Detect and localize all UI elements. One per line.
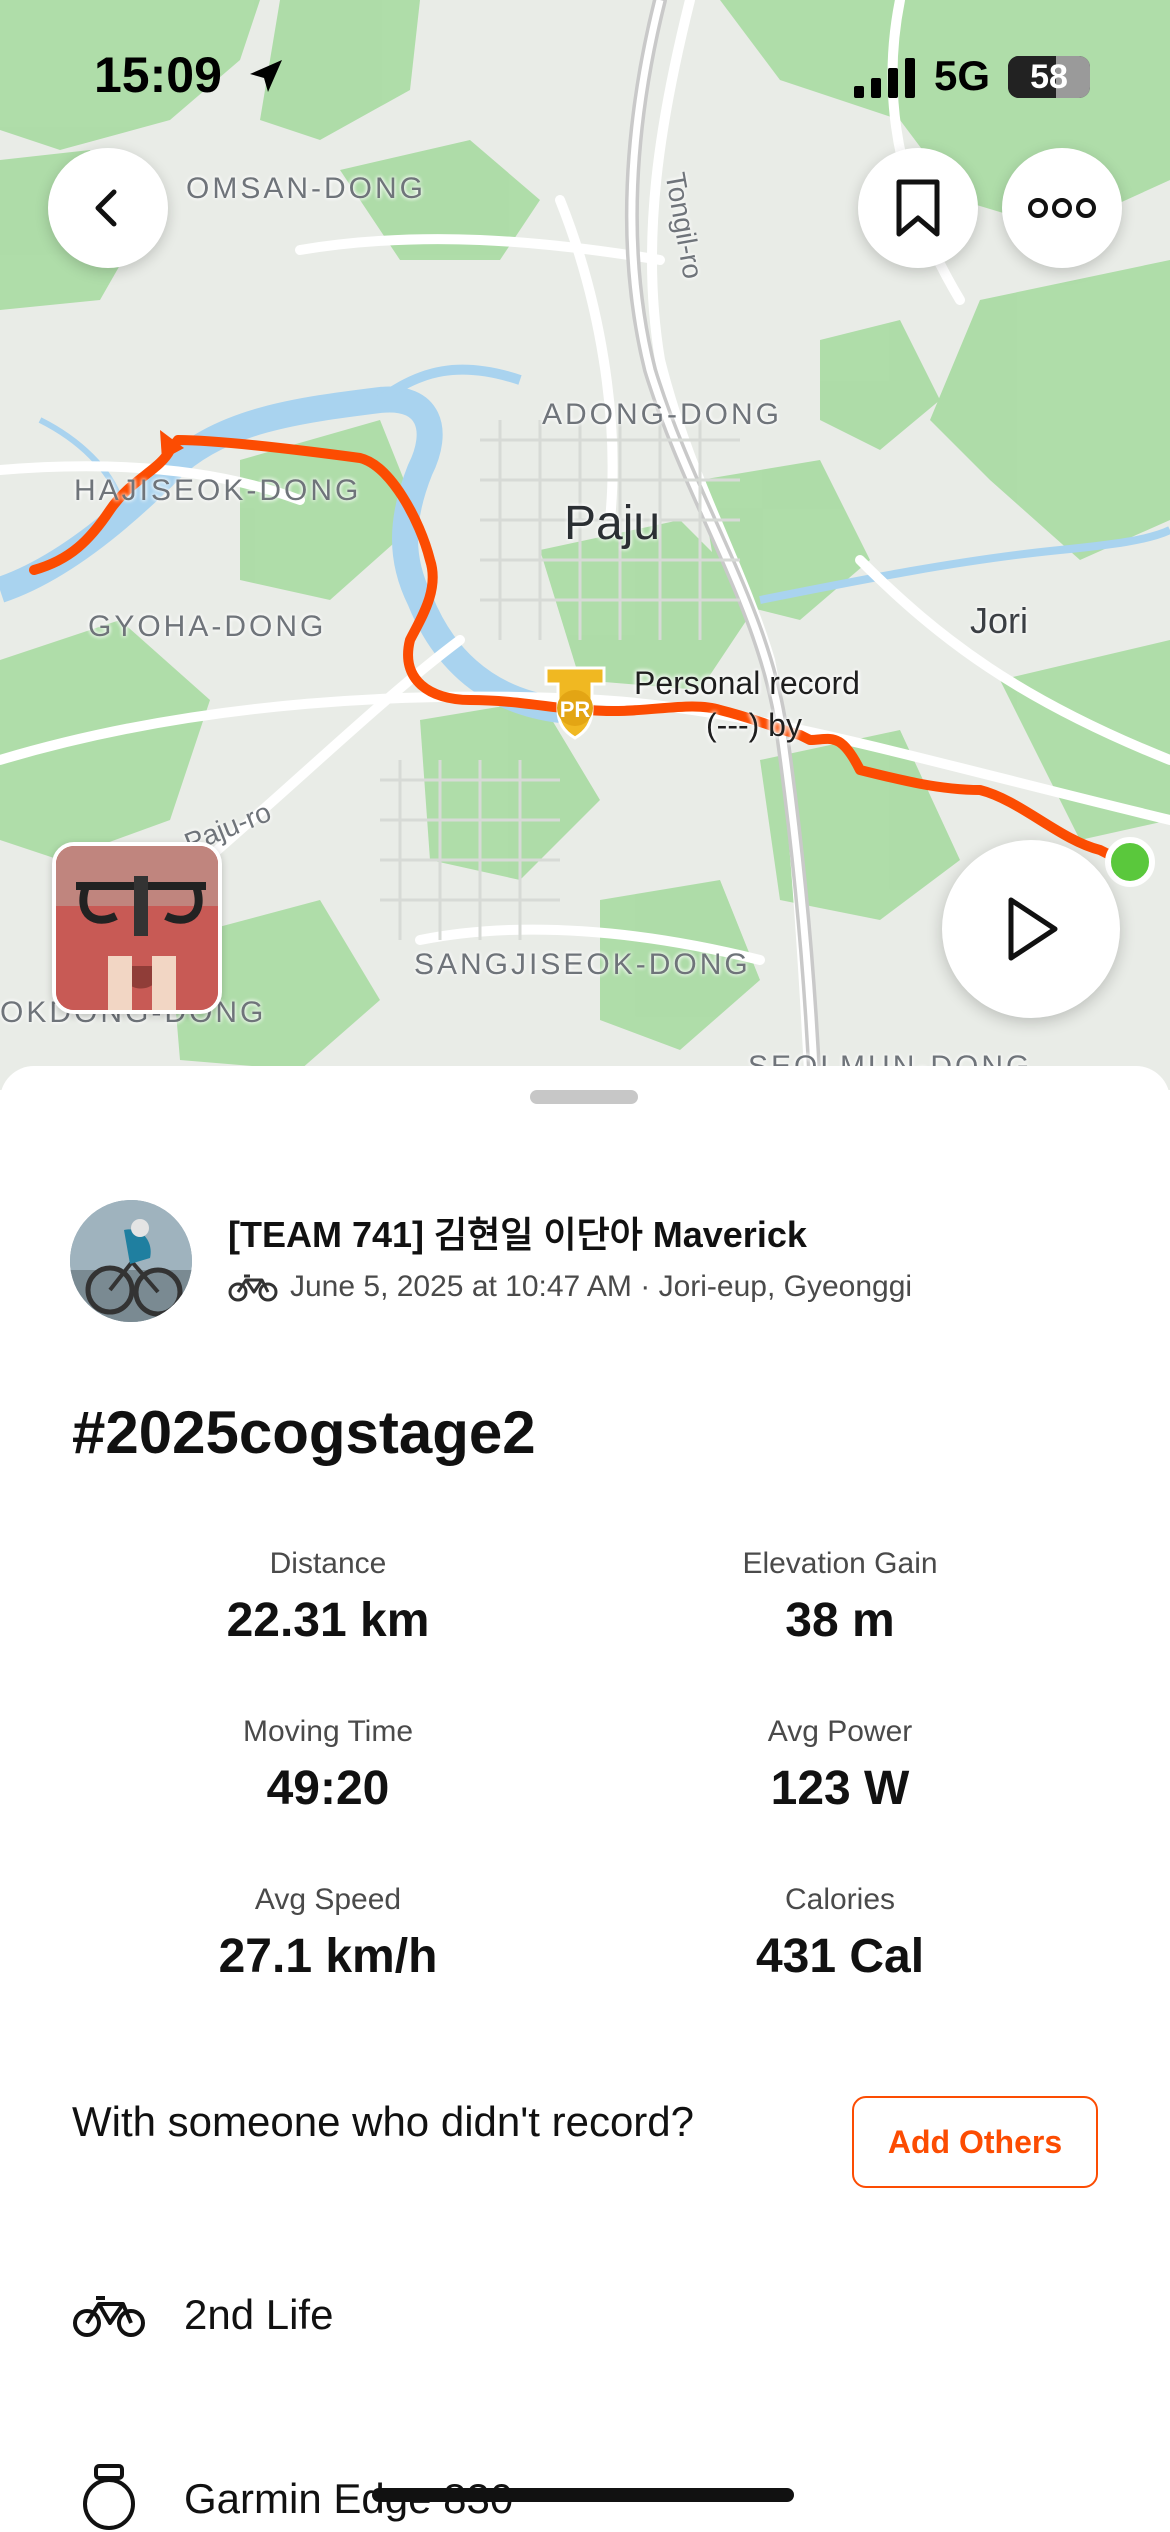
add-others-button[interactable]: Add Others: [852, 2096, 1098, 2188]
signal-bars-icon: [854, 58, 915, 98]
stat-avg-speed: Avg Speed 27.1 km/h: [108, 1882, 548, 1984]
activity-title: #2025cogstage2: [72, 1399, 536, 1466]
flyover-play-button[interactable]: [942, 840, 1120, 1018]
status-bar: 15:09 5G 58: [0, 0, 1170, 150]
stat-label: Distance: [269, 1547, 387, 1580]
back-button[interactable]: [48, 148, 168, 268]
stat-label: Elevation Gain: [742, 1547, 938, 1580]
activity-details-sheet: [TEAM 741] 김현일 이단아 Maverick June 5, 2025…: [0, 1066, 1170, 2532]
map-label-omsan: OMSAN-DONG: [186, 172, 426, 205]
pr-label-line1: Personal record: [634, 665, 860, 701]
stat-label: Avg Speed: [254, 1883, 402, 1916]
with-others-prompt: With someone who didn't record?: [72, 2098, 695, 2145]
activity-meta: June 5, 2025 at 10:47 AM · Jori-eup, Gye…: [290, 1270, 913, 1303]
stat-value: 27.1 km/h: [218, 1930, 438, 1983]
battery-icon: 58: [1008, 56, 1090, 98]
stat-value: 49:20: [266, 1762, 390, 1815]
activity-meta-row: June 5, 2025 at 10:47 AM · Jori-eup, Gye…: [228, 1270, 912, 1304]
gear-bike-row[interactable]: 2nd Life: [72, 2290, 333, 2340]
stat-label: Avg Power: [767, 1715, 913, 1748]
play-icon: [1008, 897, 1058, 961]
stat-elevation-gain: Elevation Gain 38 m: [620, 1546, 1060, 1648]
bike-icon: [228, 1274, 278, 1302]
stat-moving-time: Moving Time 49:20: [108, 1714, 548, 1816]
stat-label: Calories: [784, 1883, 896, 1916]
stat-value: 431 Cal: [755, 1930, 925, 1983]
bookmark-icon: [896, 179, 940, 237]
more-button[interactable]: [1002, 148, 1122, 268]
map-label-gyoha: GYOHA-DONG: [88, 610, 327, 643]
map-label-sangjiseok: SANGJISEOK-DONG: [414, 948, 751, 981]
activity-photo-thumbnail[interactable]: [52, 842, 222, 1014]
bookmark-button[interactable]: [858, 148, 978, 268]
network-type: 5G: [934, 52, 991, 99]
sheet-drag-handle[interactable]: [530, 1090, 638, 1104]
stat-calories: Calories 431 Cal: [620, 1882, 1060, 1984]
status-time: 15:09: [94, 47, 222, 103]
more-dots-icon: [1028, 198, 1096, 218]
battery-level: 58: [1030, 58, 1068, 96]
chevron-left-icon: [95, 189, 117, 227]
map-label-paju: Paju: [564, 497, 661, 550]
pr-badge-icon[interactable]: PR: [540, 662, 610, 742]
location-arrow-icon: [250, 60, 282, 92]
watch-icon: [83, 2464, 135, 2530]
stat-value: 38 m: [785, 1594, 895, 1647]
bike-icon: [73, 2296, 145, 2337]
athlete-avatar[interactable]: [70, 1200, 192, 1322]
stat-value: 22.31 km: [226, 1594, 430, 1647]
map-label-jori: Jori: [970, 600, 1029, 641]
svg-text:PR: PR: [560, 697, 591, 722]
stat-distance: Distance 22.31 km: [108, 1546, 548, 1648]
route-start-dot: [1105, 837, 1155, 887]
stat-label: Moving Time: [242, 1715, 414, 1748]
stat-value: 123 W: [770, 1762, 910, 1815]
pr-label-line2: (---) by: [706, 707, 802, 743]
gear-bike-label: 2nd Life: [184, 2291, 334, 2338]
home-indicator[interactable]: [372, 2488, 794, 2502]
map-label-hajiseok: HAJISEOK-DONG: [74, 474, 362, 507]
map-label-adong: ADONG-DONG: [542, 398, 782, 431]
pr-label: Personal record (---) by: [634, 662, 860, 746]
stat-avg-power: Avg Power 123 W: [620, 1714, 1060, 1816]
athlete-name[interactable]: [TEAM 741] 김현일 이단아 Maverick: [228, 1206, 807, 1258]
